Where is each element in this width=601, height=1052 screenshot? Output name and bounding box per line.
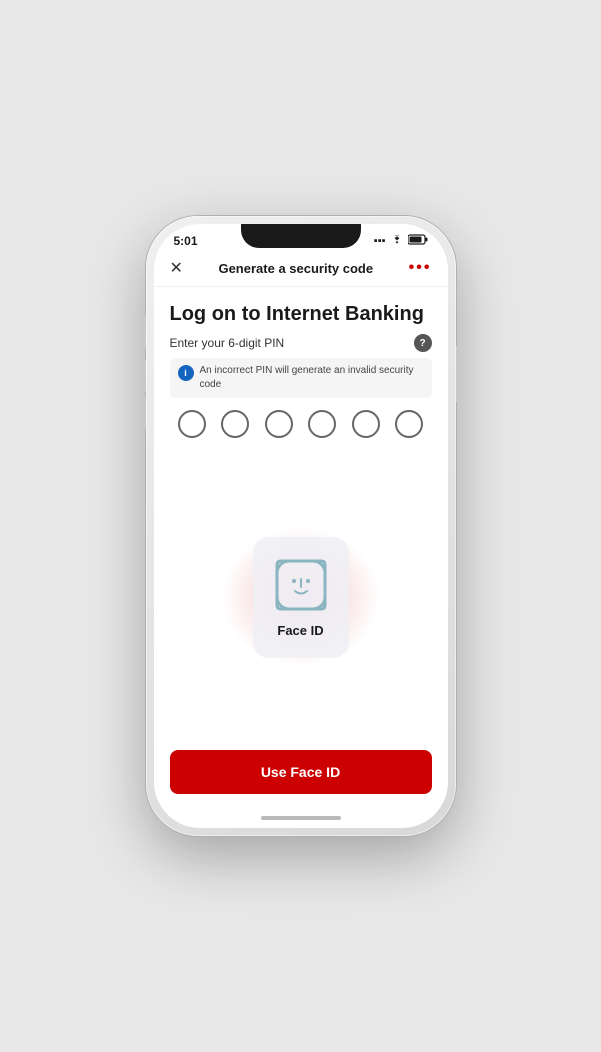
pin-label: Enter your 6-digit PIN: [170, 336, 285, 350]
close-button[interactable]: ✕: [170, 258, 183, 278]
more-button[interactable]: •••: [409, 259, 432, 277]
face-id-label: Face ID: [277, 623, 323, 638]
signal-icon: ▪▪▪: [374, 235, 386, 247]
notch: [241, 224, 361, 248]
pin-dot-1[interactable]: [178, 410, 206, 438]
pin-dot-5[interactable]: [352, 410, 380, 438]
home-indicator: [261, 816, 341, 820]
status-time: 5:01: [174, 234, 198, 248]
bottom-section: Use Face ID: [154, 740, 448, 810]
face-id-icon: [273, 557, 329, 613]
info-icon: i: [178, 365, 194, 381]
pin-label-row: Enter your 6-digit PIN ?: [170, 334, 432, 352]
nav-title: Generate a security code: [218, 261, 373, 276]
page-title: Log on to Internet Banking: [170, 303, 432, 326]
face-id-area: Face ID: [170, 454, 432, 740]
help-icon[interactable]: ?: [414, 334, 432, 352]
wifi-icon: [390, 235, 404, 248]
phone-frame: 5:01 ▪▪▪: [146, 216, 456, 836]
pin-dot-2[interactable]: [221, 410, 249, 438]
face-id-card[interactable]: Face ID: [253, 537, 349, 658]
battery-icon: [408, 234, 428, 248]
pin-dot-3[interactable]: [265, 410, 293, 438]
pin-dot-4[interactable]: [308, 410, 336, 438]
info-text: An incorrect PIN will generate an invali…: [200, 364, 424, 392]
screen-content: Log on to Internet Banking Enter your 6-…: [154, 287, 448, 740]
phone-screen: 5:01 ▪▪▪: [154, 224, 448, 828]
pin-dot-6[interactable]: [395, 410, 423, 438]
nav-bar: ✕ Generate a security code •••: [154, 252, 448, 287]
pin-dots: [170, 410, 432, 438]
use-face-id-button[interactable]: Use Face ID: [170, 750, 432, 794]
status-icons: ▪▪▪: [374, 234, 428, 248]
info-box: i An incorrect PIN will generate an inva…: [170, 358, 432, 398]
